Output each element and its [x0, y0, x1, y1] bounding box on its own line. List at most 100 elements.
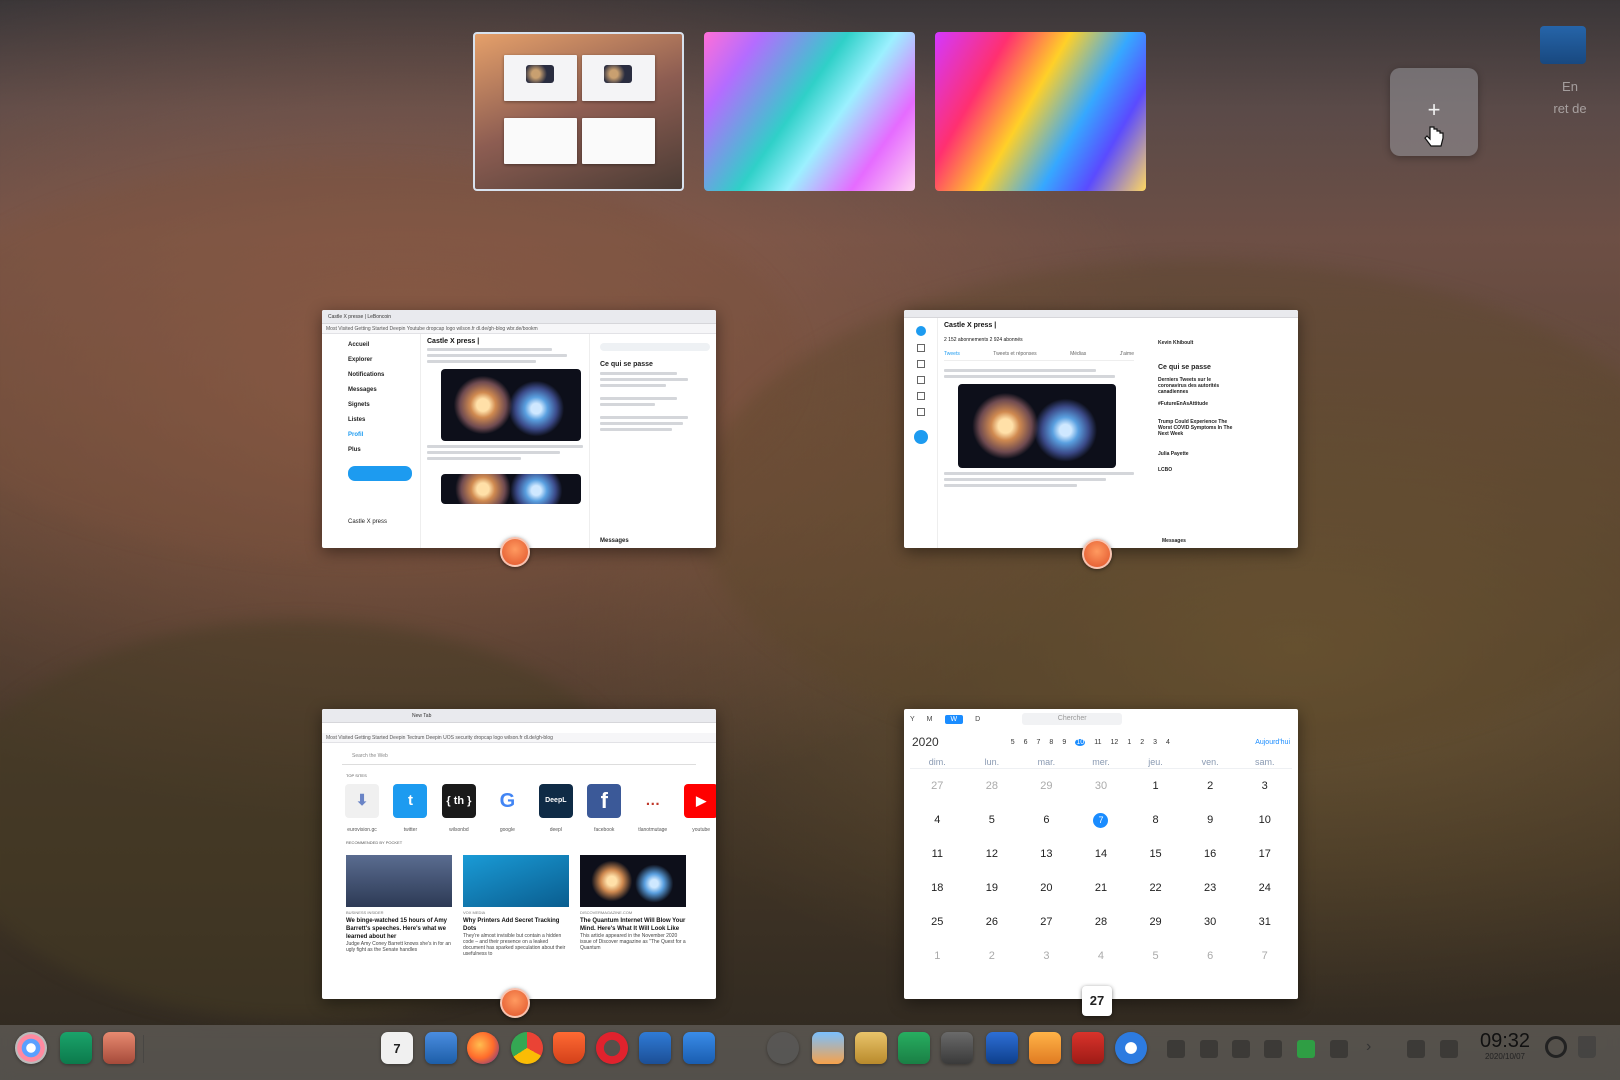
day-cell[interactable]: 8 — [1128, 803, 1183, 837]
view-week-button[interactable]: W — [944, 714, 964, 724]
day-cell[interactable]: 20 — [1019, 871, 1074, 905]
day-cell[interactable]: 11 — [910, 837, 965, 871]
notes-icon[interactable] — [986, 1032, 1018, 1064]
day-cell[interactable]: 4 — [910, 803, 965, 837]
trend-item[interactable]: LCBO — [1158, 467, 1294, 473]
workspace-thumb-1[interactable] — [473, 32, 684, 191]
day-cell[interactable]: 3 — [1019, 939, 1074, 973]
opera-icon[interactable] — [596, 1032, 628, 1064]
day-cell[interactable]: 21 — [1074, 871, 1129, 905]
settings-icon[interactable] — [1115, 1032, 1147, 1064]
day-cell[interactable]: 19 — [965, 871, 1020, 905]
day-cell[interactable]: 16 — [1183, 837, 1238, 871]
nav-item[interactable]: Signets — [348, 402, 418, 417]
day-cell[interactable]: 4 — [1074, 939, 1129, 973]
file-manager-icon[interactable] — [425, 1032, 457, 1064]
search-input[interactable]: Chercher — [1022, 713, 1123, 725]
day-cell[interactable]: 6 — [1019, 803, 1074, 837]
messages-label[interactable]: Messages — [1162, 538, 1186, 544]
nav-item[interactable]: Messages — [348, 387, 418, 402]
trend-item[interactable]: #FutureEnAsAttitude — [1158, 401, 1294, 407]
search-input[interactable]: Search the Web — [342, 753, 696, 765]
day-cell[interactable]: 9 — [1183, 803, 1238, 837]
chrome-icon[interactable] — [511, 1032, 543, 1064]
document-viewer-icon[interactable] — [683, 1032, 715, 1064]
view-month-button[interactable]: M — [927, 716, 933, 723]
day-cell[interactable]: 6 — [1183, 939, 1238, 973]
window-twitter-browser[interactable]: Castle X press | 2 152 abonnements 2 924… — [904, 310, 1298, 548]
day-cell[interactable]: 24 — [1237, 871, 1292, 905]
top-site[interactable]: DeepL deepl — [534, 784, 578, 836]
day-cell[interactable]: 10 — [1237, 803, 1292, 837]
tweet-button[interactable] — [348, 466, 412, 481]
day-cell[interactable]: 27 — [910, 769, 965, 803]
day-cell[interactable]: 26 — [965, 905, 1020, 939]
messages-label[interactable]: Messages — [600, 538, 629, 544]
chevron-right-icon[interactable]: › — [1366, 1038, 1371, 1056]
screenshot-icon[interactable] — [767, 1032, 799, 1064]
window-calendar[interactable]: Y M W D Chercher 2020 56789 10 11 12 1 2 3 4 … — [904, 709, 1298, 999]
camera-icon[interactable] — [941, 1032, 973, 1064]
day-cell[interactable]: 3 — [1237, 769, 1292, 803]
top-site[interactable]: { th } wilsonbd — [437, 784, 481, 836]
firefox-icon[interactable] — [467, 1032, 499, 1064]
workspace-thumb-3[interactable] — [935, 32, 1146, 191]
top-site[interactable]: ⬇ eurovision.gc — [340, 784, 384, 836]
day-cell[interactable]: 1 — [1128, 769, 1183, 803]
day-cell[interactable]: 30 — [1183, 905, 1238, 939]
tab-media[interactable]: Médias — [1070, 351, 1086, 357]
archive-manager-icon[interactable] — [855, 1032, 887, 1064]
day-cell[interactable]: 28 — [965, 769, 1020, 803]
day-cell[interactable]: 29 — [1019, 769, 1074, 803]
day-cell[interactable]: 25 — [910, 905, 965, 939]
today-button[interactable]: Aujourd'hui — [1255, 739, 1290, 746]
pocket-story[interactable]: DISCOVERMAGAZINE.COM The Quantum Interne… — [580, 855, 686, 951]
tab-likes[interactable]: J'aime — [1120, 351, 1134, 357]
day-cell[interactable]: 5 — [965, 803, 1020, 837]
window-new-tab[interactable]: New Tab Most Visited Getting Started Dee… — [322, 709, 716, 999]
multitasking-icon[interactable] — [60, 1032, 92, 1064]
volume-icon[interactable] — [1232, 1040, 1250, 1058]
brave-icon[interactable] — [553, 1032, 585, 1064]
workspace-thumb-2[interactable] — [704, 32, 915, 191]
image-viewer-icon[interactable] — [812, 1032, 844, 1064]
top-site[interactable]: Ggoogle — [485, 784, 529, 836]
launcher-icon[interactable] — [15, 1032, 47, 1064]
app-store-icon[interactable] — [1029, 1032, 1061, 1064]
day-cell[interactable]: 5 — [1128, 939, 1183, 973]
day-cell[interactable]: 1 — [910, 939, 965, 973]
top-site[interactable]: t twitter — [388, 784, 432, 836]
day-cell[interactable]: 27 — [1019, 905, 1074, 939]
trend-item[interactable]: Trump Could Experience The Worst COVID S… — [1158, 419, 1240, 437]
trash-icon[interactable] — [1578, 1036, 1596, 1058]
view-year-button[interactable]: Y — [910, 716, 915, 723]
nav-item[interactable]: Accueil — [348, 342, 418, 357]
spreadsheet-icon[interactable] — [898, 1032, 930, 1064]
day-cell[interactable]: 2 — [965, 939, 1020, 973]
tab-replies[interactable]: Tweets et réponses — [993, 351, 1036, 357]
day-cell[interactable]: 30 — [1074, 769, 1129, 803]
day-cell[interactable]: 15 — [1128, 837, 1183, 871]
day-cell[interactable]: 18 — [910, 871, 965, 905]
mail-icon[interactable] — [639, 1032, 671, 1064]
nav-item[interactable]: Profil — [348, 432, 418, 447]
notification-icon[interactable] — [1407, 1040, 1425, 1058]
day-cell[interactable]: 2 — [1183, 769, 1238, 803]
view-day-button[interactable]: D — [975, 716, 980, 723]
day-cell[interactable]: 23 — [1183, 871, 1238, 905]
calendar-icon[interactable]: 7 — [381, 1032, 413, 1064]
nav-item[interactable]: Explorer — [348, 357, 418, 372]
network-icon[interactable] — [1264, 1040, 1282, 1058]
day-cell[interactable]: 31 — [1237, 905, 1292, 939]
trend-item[interactable]: Derniers Tweets sur le coronavirus des a… — [1158, 377, 1228, 395]
day-cell[interactable]: 28 — [1074, 905, 1129, 939]
terminal-icon[interactable] — [1072, 1032, 1104, 1064]
battery-icon[interactable] — [1297, 1040, 1315, 1058]
keyboard-icon[interactable] — [1200, 1040, 1218, 1058]
nav-item[interactable]: Notifications — [348, 372, 418, 387]
day-cell[interactable]: 13 — [1019, 837, 1074, 871]
desktop-folder-icon[interactable] — [1540, 26, 1586, 64]
power-icon[interactable] — [1545, 1036, 1567, 1058]
day-cell[interactable]: 29 — [1128, 905, 1183, 939]
clock[interactable]: 09:32 2020/10/07 — [1474, 1030, 1536, 1061]
